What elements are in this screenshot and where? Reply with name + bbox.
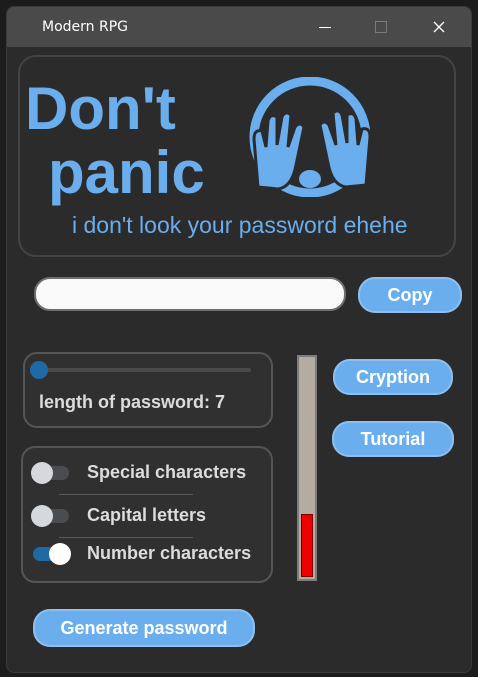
capital-letters-switch[interactable] <box>31 505 69 527</box>
app-window: Modern RPG Don't panic i don't look your… <box>6 6 472 673</box>
tutorial-button[interactable]: Tutorial <box>332 421 454 457</box>
length-slider-handle[interactable] <box>30 361 48 379</box>
generate-password-button[interactable]: Generate password <box>33 609 255 647</box>
option-number-characters[interactable]: Number characters <box>33 543 269 567</box>
strength-meter-fill <box>301 514 313 577</box>
maximize-icon <box>375 21 387 33</box>
option-special-characters[interactable]: Special characters <box>31 462 269 486</box>
number-characters-switch[interactable] <box>33 543 71 565</box>
options-frame: Special characters Capital letters Numbe… <box>21 446 273 583</box>
close-button[interactable] <box>411 7 467 47</box>
password-output-field[interactable] <box>34 277 346 311</box>
length-frame: length of password: 7 <box>23 352 273 428</box>
option-capital-letters[interactable]: Capital letters <box>31 505 269 529</box>
options-divider <box>59 494 193 495</box>
number-characters-label: Number characters <box>87 543 252 563</box>
banner-heading-line1: Don't <box>25 75 176 142</box>
switch-knob <box>49 543 71 565</box>
close-icon <box>433 21 445 33</box>
face-with-hands-covering-eyes-icon <box>249 77 372 197</box>
maximize-button[interactable] <box>353 7 409 47</box>
length-slider[interactable] <box>30 361 251 379</box>
switch-knob <box>31 505 53 527</box>
strength-meter <box>297 355 317 581</box>
special-characters-label: Special characters <box>87 462 247 482</box>
title-bar[interactable]: Modern RPG <box>7 7 471 47</box>
length-label: length of password: 7 <box>39 392 226 412</box>
cryption-button[interactable]: Cryption <box>333 359 453 395</box>
capital-letters-label: Capital letters <box>87 505 207 525</box>
copy-button[interactable]: Copy <box>358 277 462 313</box>
minimize-icon <box>319 26 331 28</box>
banner-heading-line2: panic <box>48 139 205 206</box>
special-characters-switch[interactable] <box>31 462 69 484</box>
switch-knob <box>31 462 53 484</box>
banner-frame: Don't panic i don't look your password e… <box>18 55 456 257</box>
options-divider <box>59 537 193 538</box>
window-title: Modern RPG <box>42 19 128 35</box>
banner-subtitle: i don't look your password ehehe <box>72 212 408 238</box>
minimize-button[interactable] <box>297 7 353 47</box>
